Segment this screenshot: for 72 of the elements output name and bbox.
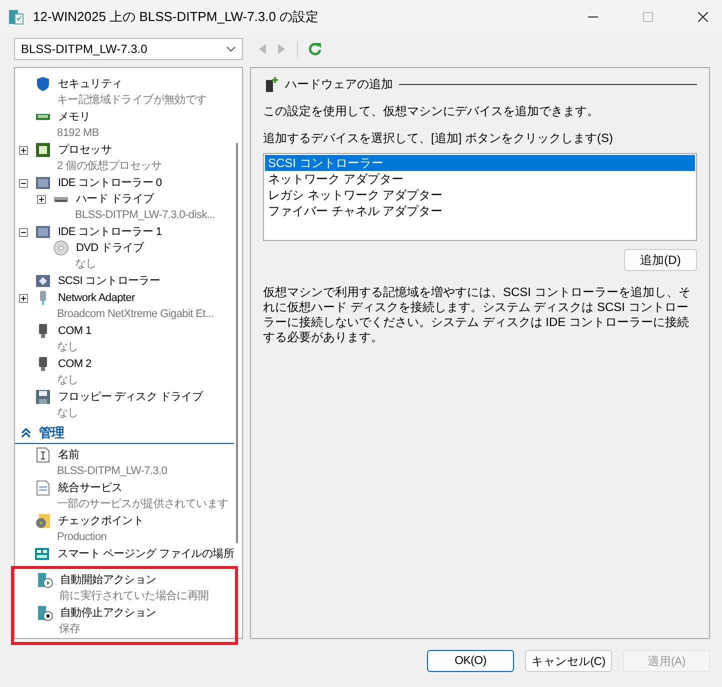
intro-text: この設定を使用して、仮想マシンにデバイスを追加できます。 xyxy=(263,103,600,120)
tree-item-label[interactable]: セキュリティ xyxy=(55,76,122,92)
checkpoint-icon xyxy=(35,513,51,529)
tree-item-detail: なし xyxy=(56,406,80,421)
tree-item-label[interactable]: COM 1 xyxy=(55,323,92,339)
add-button[interactable]: 追加(D) xyxy=(624,249,697,271)
tree-item-detail: なし xyxy=(74,257,98,272)
tree-item-label[interactable]: ハード ドライブ xyxy=(73,191,154,207)
scrollbar-thumb[interactable] xyxy=(236,143,238,543)
collapse-toggle[interactable] xyxy=(19,178,28,188)
tree-item-label[interactable]: プロセッサ xyxy=(55,142,112,158)
refresh-icon[interactable] xyxy=(308,42,322,56)
tree-item-label[interactable]: 自動開始アクション xyxy=(57,572,156,588)
tree-item-label[interactable]: 名前 xyxy=(55,447,80,463)
settings-window-icon xyxy=(8,8,24,24)
disc-icon xyxy=(53,240,69,256)
section-header: 管理 xyxy=(39,424,64,442)
expand-toggle[interactable] xyxy=(19,146,28,154)
help-text: 仮想マシンで利用する記憶域を増やすには、SCSI コントローラーを追加し、それに仮想ハード ディスクを接続します。システム ディスクは SCSI コントローラーに接続しないでください。システム ディスクは IDE コントローラーに接続する必要があります。 xyxy=(263,285,692,345)
tree-item-detail: 8192 MB xyxy=(56,126,100,141)
tree-item-label[interactable]: COM 2 xyxy=(55,356,92,372)
device-list-item[interactable]: SCSI コントローラー xyxy=(265,155,695,171)
tree-item-detail: Production xyxy=(56,530,108,545)
device-list-item[interactable]: ファイバー チャネル アダプター xyxy=(265,203,695,219)
tree-item-detail: 一部のサービスが提供されています xyxy=(56,496,230,512)
shield-icon xyxy=(35,76,51,92)
tree-item-label[interactable]: 統合サービス xyxy=(55,480,122,496)
device-list-item[interactable]: レガシ ネットワーク アダプター xyxy=(265,187,695,203)
tree-item-detail: 保存 xyxy=(58,622,82,637)
document-text-icon xyxy=(35,447,51,463)
scsi-controller-icon xyxy=(35,273,51,289)
server-play-icon xyxy=(37,572,53,588)
tree-item-label[interactable]: SCSI コントローラー xyxy=(55,273,160,289)
tree-item-label[interactable]: フロッピー ディスク ドライブ xyxy=(55,389,203,405)
server-stop-icon xyxy=(37,605,53,621)
device-listbox[interactable]: SCSI コントローラー ネットワーク アダプター レガシ ネットワーク アダプター ファイバー チャネル アダプター xyxy=(263,153,697,241)
controller-icon xyxy=(35,224,51,240)
vm-dropdown[interactable]: BLSS-DITPM_LW-7.3.0 xyxy=(14,38,243,60)
window-title: 12-WIN2025 上の BLSS-DITPM_LW-7.3.0 の設定 xyxy=(33,8,319,26)
tree-item-detail: BLSS-DITPM_LW-7.3.0-disk... xyxy=(74,208,216,223)
close-icon[interactable] xyxy=(698,12,708,22)
processor-icon xyxy=(35,142,51,158)
section-title: ハードウェアの追加 xyxy=(285,76,393,93)
tree-item-label[interactable]: スマート ページング ファイルの場所 xyxy=(54,546,234,562)
dialog-button[interactable]: OK(O) xyxy=(427,650,514,672)
dialog-button[interactable]: キャンセル(C) xyxy=(525,650,612,672)
expand-toggle[interactable] xyxy=(37,194,46,204)
tree-item-detail: Broadcom NetXtreme Gigabit Et... xyxy=(56,307,215,322)
tree-item-detail: なし xyxy=(56,340,80,355)
tree-item-detail: キー記憶域ドライブが無効です xyxy=(56,92,208,108)
tree-item-label[interactable]: IDE コントローラー 1 xyxy=(55,224,162,240)
collapse-chevron-icon[interactable] xyxy=(21,428,31,438)
hardware-add-icon xyxy=(263,76,279,92)
tree-item-detail: 前に実行されていた場合に再開 xyxy=(58,588,210,604)
controller-icon xyxy=(35,175,51,191)
collapse-toggle[interactable] xyxy=(19,228,28,236)
checklist-icon xyxy=(35,480,51,496)
tree-item-label[interactable]: 自動停止アクション xyxy=(57,605,156,621)
tree-item-label[interactable]: メモリ xyxy=(55,109,90,125)
tree-item-label[interactable]: DVD ドライブ xyxy=(73,240,144,256)
paging-file-icon xyxy=(34,546,50,562)
tree-item-detail: 2 個の仮想プロセッサ xyxy=(56,158,163,174)
maximize-icon xyxy=(643,12,653,22)
tree-item-detail: BLSS-DITPM_LW-7.3.0 xyxy=(56,464,168,479)
expand-toggle[interactable] xyxy=(19,294,28,302)
chevron-down-icon xyxy=(226,46,236,52)
tree-item-label[interactable]: チェックポイント xyxy=(55,513,144,529)
device-list-item[interactable]: ネットワーク アダプター xyxy=(265,171,695,187)
tree-item-detail: なし xyxy=(56,373,80,388)
list-prompt: 追加するデバイスを選択して、[追加] ボタンをクリックします(S) xyxy=(263,130,614,147)
tree-item-label[interactable]: IDE コントローラー 0 xyxy=(55,175,162,191)
tree-item-label[interactable]: Network Adapter xyxy=(55,290,135,306)
